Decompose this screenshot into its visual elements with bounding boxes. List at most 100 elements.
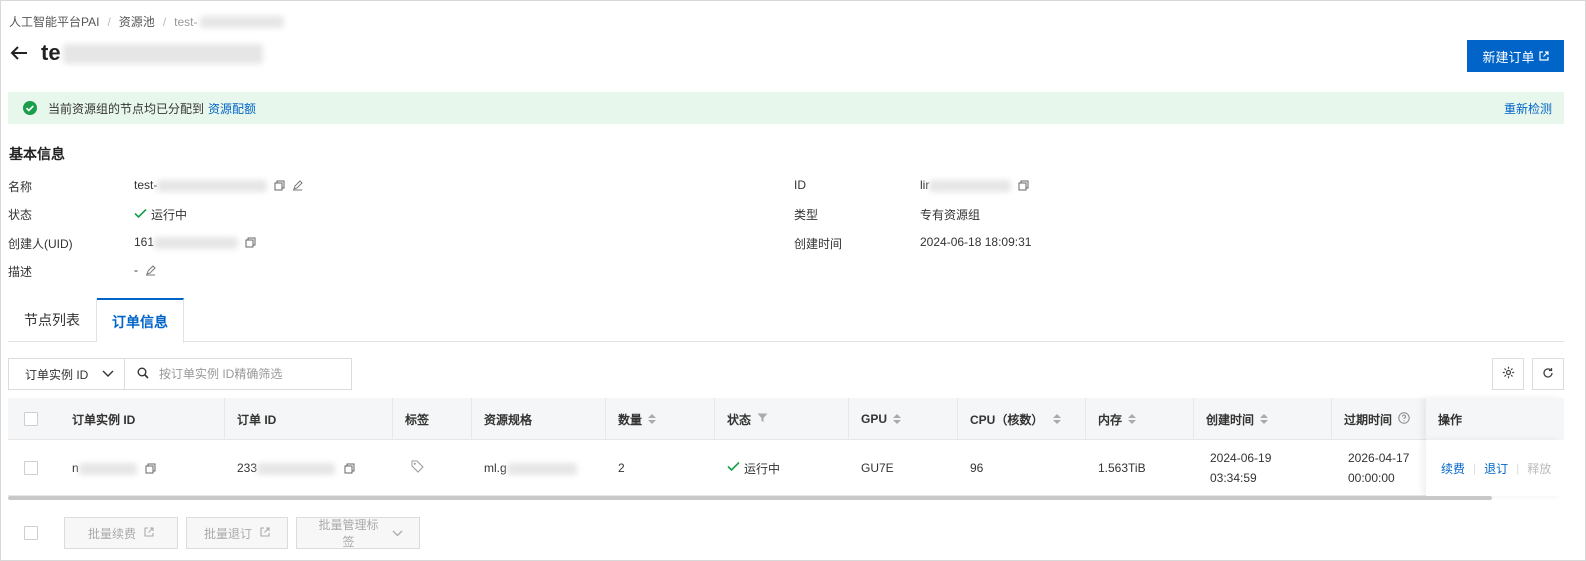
col-gpu[interactable]: GPU: [849, 398, 958, 440]
order-id-value: 233: [237, 461, 336, 475]
creator-label: 创建人(UID): [8, 237, 73, 251]
cell-spec: ml.g: [472, 440, 606, 496]
check-icon: [134, 208, 147, 222]
sort-icon: [1260, 414, 1269, 424]
renew-link[interactable]: 续费: [1441, 460, 1465, 477]
copy-icon[interactable]: [244, 236, 256, 248]
col-ops: 操作: [1426, 398, 1564, 440]
status-label: 状态: [8, 208, 33, 222]
select-all-cell: [8, 398, 60, 440]
batch-renew-button[interactable]: 批量续费: [64, 517, 178, 549]
unsubscribe-link[interactable]: 退订: [1484, 460, 1508, 477]
name-value-group: test-: [134, 178, 303, 192]
col-spec: 资源规格: [472, 398, 606, 440]
table-header: 订单实例 ID 订单 ID 标签 资源规格 数量 状态 GPU CPU（核数） …: [8, 398, 1564, 440]
batch-action-bar: 批量续费 批量退订 批量管理标签: [8, 517, 420, 549]
copy-icon[interactable]: [1017, 179, 1029, 191]
batch-unsubscribe-label: 批量退订: [203, 526, 252, 541]
col-order-id: 订单 ID: [225, 398, 393, 440]
cell-cpu: 96: [970, 461, 984, 475]
cell-created: 2024-06-19 03:34:59: [1194, 440, 1332, 496]
col-tags: 标签: [393, 398, 472, 440]
table-row: n 233 ml.g 2 运行中 GU7E 96 1.563TiB 2024-0…: [8, 440, 1564, 496]
edit-icon[interactable]: [291, 179, 303, 191]
cell-gpu: GU7E: [861, 461, 894, 475]
col-status[interactable]: 状态: [715, 398, 849, 440]
check-circle-icon: [22, 100, 38, 116]
name-value: test-: [134, 178, 268, 192]
success-alert: 当前资源组的节点均已分配到 资源配额 重新检测: [8, 92, 1564, 124]
row-checkbox[interactable]: [24, 461, 38, 475]
settings-button[interactable]: [1492, 358, 1524, 390]
tab-node-list[interactable]: 节点列表: [8, 298, 97, 342]
row-select-cell: [8, 440, 60, 496]
batch-tags-button[interactable]: 批量管理标签: [296, 517, 420, 549]
copy-icon[interactable]: [145, 462, 157, 474]
col-expire[interactable]: 过期时间: [1332, 398, 1426, 440]
chevron-down-icon: [392, 526, 403, 540]
release-link[interactable]: 释放: [1527, 460, 1551, 477]
col-instance-id: 订单实例 ID: [60, 398, 225, 440]
search-input[interactable]: [159, 367, 339, 381]
edit-icon[interactable]: [144, 264, 156, 276]
sort-icon: [648, 414, 657, 424]
breadcrumb-item-pai[interactable]: 人工智能平台PAI: [9, 13, 99, 30]
created-label: 创建时间: [794, 237, 843, 251]
batch-unsubscribe-button[interactable]: 批量退订: [186, 517, 288, 549]
ops-separator: |: [1473, 461, 1477, 475]
select-all-checkbox[interactable]: [24, 412, 38, 426]
created-value: 2024-06-18 18:09:31: [920, 235, 1032, 249]
chevron-down-icon: [102, 367, 114, 381]
search-icon: [137, 367, 149, 382]
cell-count: 2: [618, 461, 625, 475]
expire-date: 2026-04-17: [1348, 451, 1410, 465]
breadcrumb-item-resource-pool[interactable]: 资源池: [119, 13, 155, 30]
tag-icon[interactable]: [411, 460, 424, 476]
external-link-icon: [260, 526, 270, 540]
footer-select-all-checkbox[interactable]: [24, 526, 38, 540]
breadcrumb-separator: /: [107, 14, 111, 29]
col-cpu[interactable]: CPU（核数）: [958, 398, 1086, 440]
page-title: te: [41, 40, 263, 66]
title-row: te: [9, 40, 263, 66]
spec-value: ml.g: [484, 461, 577, 475]
filter-field-select[interactable]: 订单实例 ID: [9, 359, 125, 389]
cell-status: 运行中: [715, 440, 849, 496]
col-created[interactable]: 创建时间: [1194, 398, 1332, 440]
filter-bar: 订单实例 ID: [8, 358, 352, 390]
col-status-label: 状态: [727, 412, 752, 427]
col-count-label: 数量: [618, 412, 643, 427]
refresh-button[interactable]: [1532, 358, 1564, 390]
cell-order-id: 233: [225, 440, 393, 496]
horizontal-scrollbar[interactable]: [8, 496, 1492, 500]
sort-icon: [1128, 414, 1137, 424]
cell-expire: 2026-04-17 00:00:00: [1332, 440, 1426, 496]
desc-value: -: [134, 263, 138, 277]
ops-separator: |: [1516, 461, 1520, 475]
copy-icon[interactable]: [273, 179, 285, 191]
new-order-button[interactable]: 新建订单: [1467, 40, 1564, 72]
external-link-icon: [144, 526, 154, 540]
col-memory-label: 内存: [1098, 412, 1123, 427]
help-circle-icon[interactable]: [1398, 411, 1410, 427]
expire-time: 00:00:00: [1348, 471, 1395, 485]
tab-order-info[interactable]: 订单信息: [97, 298, 184, 343]
cell-memory: 1.563TiB: [1098, 461, 1146, 475]
copy-icon[interactable]: [343, 462, 355, 474]
type-label: 类型: [794, 208, 819, 222]
col-memory[interactable]: 内存: [1086, 398, 1194, 440]
name-label: 名称: [8, 180, 33, 194]
gear-icon: [1502, 366, 1515, 382]
tab-bar: 节点列表 订单信息: [8, 298, 1564, 343]
col-count[interactable]: 数量: [606, 398, 715, 440]
recheck-link[interactable]: 重新检测: [1504, 100, 1552, 117]
instance-id-value: n: [72, 461, 137, 475]
created-time: 03:34:59: [1210, 471, 1257, 485]
refresh-icon: [1542, 367, 1554, 382]
back-arrow-icon[interactable]: [9, 43, 29, 63]
creator-value: 161: [134, 235, 239, 249]
resource-quota-link[interactable]: 资源配额: [208, 100, 256, 117]
sort-icon: [1053, 414, 1062, 424]
search-box: [125, 359, 351, 389]
alert-text: 当前资源组的节点均已分配到: [48, 101, 205, 116]
